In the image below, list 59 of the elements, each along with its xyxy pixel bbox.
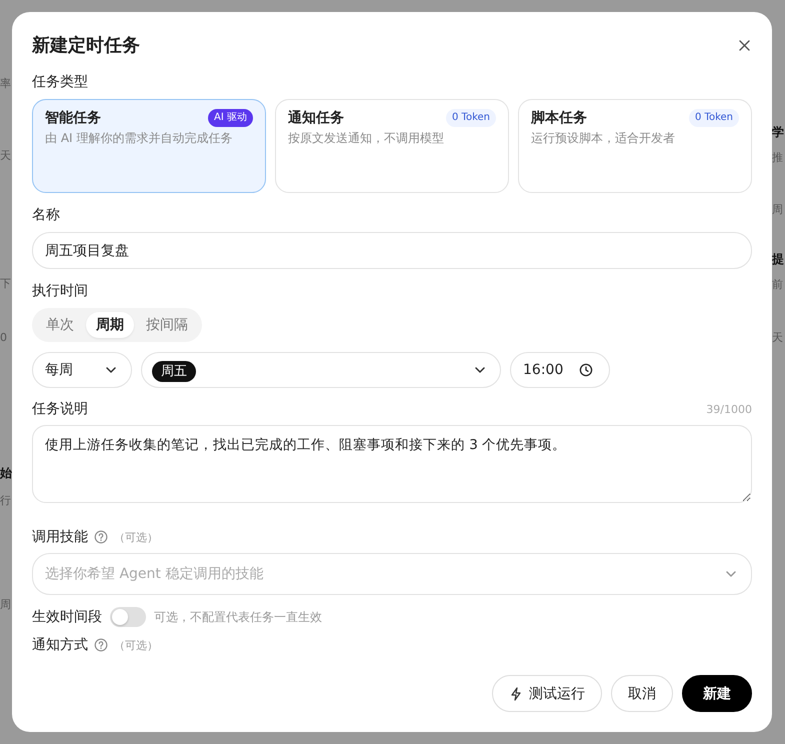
character-counter: 39/1000	[706, 402, 752, 416]
card-title: 智能任务	[45, 109, 101, 127]
cancel-button[interactable]: 取消	[611, 675, 673, 712]
toggle-switch[interactable]	[110, 607, 146, 627]
time-field[interactable]: 16:00	[510, 352, 610, 388]
close-icon	[738, 38, 751, 52]
task-type-card[interactable]: 通知任务 0 Token 按原文发送通知，不调用模型	[275, 99, 509, 193]
help-icon	[94, 638, 108, 652]
background-text: 推	[772, 151, 783, 164]
close-button[interactable]	[737, 38, 752, 52]
weekday-chip: 周五	[152, 361, 196, 382]
segment-tab[interactable]: 周期	[86, 312, 134, 338]
field-label: 调用技能	[32, 528, 88, 547]
background-text: 行	[0, 494, 11, 507]
background-text: 天	[772, 331, 783, 344]
card-title: 通知任务	[288, 109, 344, 127]
tag: AI 驱动	[208, 109, 253, 127]
field-label: 执行时间	[32, 282, 89, 301]
frequency-select[interactable]: 每周	[32, 352, 132, 388]
background-text: 下	[0, 277, 11, 290]
time-value: 16:00	[523, 362, 564, 378]
field-label: 通知方式	[32, 636, 88, 655]
segment-tab[interactable]: 按间隔	[136, 312, 198, 338]
name-input[interactable]: 周五项目复盘	[32, 232, 752, 269]
weekday-select[interactable]: 周五	[141, 352, 501, 388]
select-value: 每周	[45, 361, 73, 379]
segment-tab[interactable]: 单次	[36, 312, 84, 338]
lightning-icon	[509, 686, 523, 700]
background-text: 提	[772, 253, 784, 266]
background-text: 天	[0, 149, 11, 162]
optional-hint: （可选）	[114, 530, 158, 544]
background-text: 始	[0, 467, 12, 480]
card-title: 脚本任务	[531, 109, 587, 127]
task-type-card[interactable]: 智能任务 AI 驱动 由 AI 理解你的需求并自动完成任务	[32, 99, 266, 193]
field-label: 名称	[32, 206, 61, 225]
description-textarea[interactable]: 使用上游任务收集的笔记，找出已完成的工作、阻塞事项和接下来的 3 个优先事项。	[32, 425, 752, 503]
background-text: 0	[0, 331, 7, 344]
field-label: 任务说明	[32, 400, 88, 419]
field-label: 生效时间段	[32, 608, 102, 627]
hint-text: 可选，不配置代表任务一直生效	[154, 608, 322, 626]
select-placeholder: 选择你希望 Agent 稳定调用的技能	[45, 565, 264, 583]
background-text: 周	[772, 203, 783, 216]
background-text: 学	[772, 126, 784, 139]
help-icon	[94, 530, 108, 544]
tag: 0 Token	[689, 109, 739, 127]
card-description: 按原文发送通知，不调用模型	[288, 130, 445, 147]
background-text: 率	[0, 77, 11, 90]
background-text: 周	[0, 598, 11, 611]
clock-icon	[579, 363, 593, 377]
optional-hint: （可选）	[114, 638, 158, 652]
card-description: 由 AI 理解你的需求并自动完成任务	[45, 130, 234, 147]
background-text: 前	[772, 278, 783, 291]
dialog-title: 新建定时任务	[32, 34, 140, 57]
test-run-button[interactable]: 测试运行	[492, 675, 602, 712]
task-type-card[interactable]: 脚本任务 0 Token 运行预设脚本，适合开发者	[518, 99, 752, 193]
tag: 0 Token	[446, 109, 496, 127]
field-label: 任务类型	[32, 73, 89, 92]
create-button[interactable]: 新建	[682, 675, 752, 712]
card-description: 运行预设脚本，适合开发者	[531, 130, 676, 147]
